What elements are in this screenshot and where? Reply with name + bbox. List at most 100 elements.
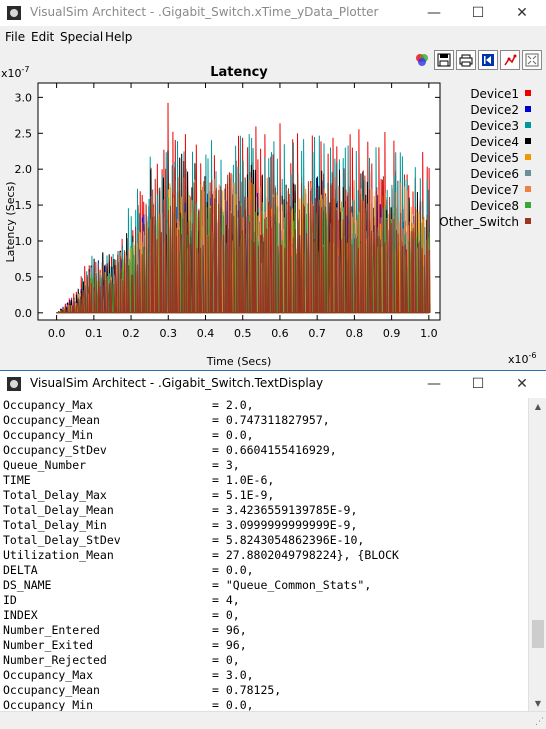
x-tick-label: 0.0 — [48, 327, 66, 340]
field-value: = 1.0E-6, — [212, 473, 275, 487]
menu-file[interactable]: File — [5, 30, 25, 44]
y-tick-label: 1.0 — [15, 235, 33, 248]
text-line: ID = 4, — [0, 593, 528, 608]
text-line: Utilization_Mean = 27.8802049798224}, {BL… — [0, 548, 528, 563]
field-value: = 0.0, — [212, 698, 254, 711]
legend-label: Device2 — [470, 103, 519, 117]
field-value: = 0, — [212, 653, 240, 667]
text-line: Occupancy_Min = 0.0, — [0, 698, 528, 711]
field-value: = 27.8802049798224}, {BLOCK — [212, 548, 399, 562]
text-line: Number_Entered = 96, — [0, 623, 528, 638]
x-tick-label: 0.7 — [308, 327, 326, 340]
field-value: = 2.0, — [212, 398, 254, 412]
text-line: Occupancy_Mean = 0.747311827957, — [0, 413, 528, 428]
minimize-icon: — — [427, 376, 441, 392]
close-button[interactable]: ✕ — [502, 0, 542, 26]
y-axis-multiplier: x10-7 — [1, 65, 30, 80]
legend-label: Device4 — [470, 135, 519, 149]
field-value: = 0, — [212, 608, 240, 622]
field-name: Occupancy_Min — [3, 428, 94, 442]
display-titlebar[interactable]: VisualSim Architect - .Gigabit_Switch.Te… — [0, 371, 546, 397]
menu-special[interactable]: Special — [60, 30, 103, 44]
legend-swatch — [525, 106, 531, 112]
x-tick-label: 0.3 — [160, 327, 178, 340]
app-icon — [7, 6, 21, 20]
y-tick-label: 0.5 — [15, 271, 33, 284]
app-icon — [7, 377, 21, 391]
field-name: ID — [3, 593, 17, 607]
field-name: Occupancy_StDev — [3, 443, 107, 457]
legend-swatch — [525, 90, 531, 96]
y-tick-label: 3.0 — [15, 91, 33, 104]
minimize-button[interactable]: — — [414, 371, 454, 397]
chart-title: Latency — [210, 65, 268, 80]
close-icon: ✕ — [516, 376, 528, 392]
legend-label: Device7 — [470, 183, 519, 197]
text-line: Occupancy_Max = 2.0, — [0, 398, 528, 413]
plotter-window: VisualSim Architect - .Gigabit_Switch.xT… — [0, 0, 546, 370]
field-value: = 3.0, — [212, 668, 254, 682]
field-value: = 0.747311827957, — [212, 413, 330, 427]
y-tick-label: 0.0 — [15, 307, 33, 320]
field-name: Number_Exited — [3, 638, 94, 652]
text-line: Number_Exited = 96, — [0, 638, 528, 653]
field-name: TIME — [3, 473, 31, 487]
close-icon: ✕ — [516, 5, 528, 21]
maximize-icon: ☐ — [471, 376, 485, 392]
text-line: Total_Delay_Max = 5.1E-9, — [0, 488, 528, 503]
field-name: Number_Rejected — [3, 653, 107, 667]
field-name: Occupancy_Min — [3, 698, 94, 711]
field-name: Total_Delay_Max — [3, 488, 107, 502]
field-value: = 4, — [212, 593, 240, 607]
close-button[interactable]: ✕ — [502, 371, 542, 397]
x-tick-label: 0.9 — [383, 327, 401, 340]
menu-edit[interactable]: Edit — [31, 30, 54, 44]
field-value: = 5.1E-9, — [212, 488, 275, 502]
text-line: DELTA = 0.0, — [0, 563, 528, 578]
menu-help[interactable]: Help — [105, 30, 132, 44]
horizontal-scrollbar[interactable]: ⋰ — [0, 711, 546, 729]
field-value: = 3, — [212, 458, 240, 472]
y-tick-label: 2.5 — [15, 127, 33, 140]
resize-grip-icon[interactable]: ⋰ — [535, 717, 544, 727]
field-name: Total_Delay_StDev — [3, 533, 121, 547]
legend-swatch — [525, 186, 531, 192]
legend-label: Device1 — [470, 87, 519, 101]
field-name: Occupancy_Max — [3, 398, 94, 412]
text-display-area[interactable]: Occupancy_Max = 2.0, Occupancy_Mean = 0.747… — [0, 398, 528, 711]
maximize-icon: ☐ — [471, 5, 485, 21]
y-tick-label: 2.0 — [15, 163, 33, 176]
legend-label: Device8 — [470, 199, 519, 213]
field-name: DELTA — [3, 563, 38, 577]
field-name: Number_Entered — [3, 623, 100, 637]
text-line: Occupancy_Min = 0.0, — [0, 428, 528, 443]
field-value: = 5.8243054862396E-10, — [212, 533, 365, 547]
field-name: Utilization_Mean — [3, 548, 114, 562]
field-value: = 0.0, — [212, 428, 254, 442]
field-name: Occupancy_Mean — [3, 683, 100, 697]
scroll-up-icon[interactable]: ▲ — [529, 398, 546, 414]
legend-label: Device5 — [470, 151, 519, 165]
text-line: Total_Delay_StDev = 5.8243054862396E-10, — [0, 533, 528, 548]
text-line: DS_NAME = "Queue_Common_Stats", — [0, 578, 528, 593]
field-value: = 0.6604155416929, — [212, 443, 337, 457]
text-line: Number_Rejected = 0, — [0, 653, 528, 668]
maximize-button[interactable]: ☐ — [458, 0, 498, 26]
x-tick-label: 1.0 — [420, 327, 438, 340]
x-tick-label: 0.8 — [346, 327, 364, 340]
scroll-down-icon[interactable]: ▼ — [529, 695, 546, 711]
window-title: VisualSim Architect - .Gigabit_Switch.xT… — [30, 5, 379, 19]
maximize-button[interactable]: ☐ — [458, 371, 498, 397]
vertical-scrollbar[interactable]: ▲ ▼ — [528, 398, 546, 711]
field-name: Total_Delay_Mean — [3, 503, 114, 517]
window-title: VisualSim Architect - .Gigabit_Switch.Te… — [30, 376, 324, 390]
legend-swatch — [525, 202, 531, 208]
x-tick-label: 0.4 — [197, 327, 215, 340]
minimize-button[interactable]: — — [414, 0, 454, 26]
plotter-titlebar[interactable]: VisualSim Architect - .Gigabit_Switch.xT… — [0, 0, 546, 26]
field-value: = 96, — [212, 623, 247, 637]
text-display-window: VisualSim Architect - .Gigabit_Switch.Te… — [0, 370, 546, 729]
scroll-thumb[interactable] — [532, 620, 544, 648]
legend-label: Other_Switch — [439, 215, 519, 229]
chart-legend: Device1 Device2 Device3 Device4 Device5 Devic… — [439, 87, 531, 229]
